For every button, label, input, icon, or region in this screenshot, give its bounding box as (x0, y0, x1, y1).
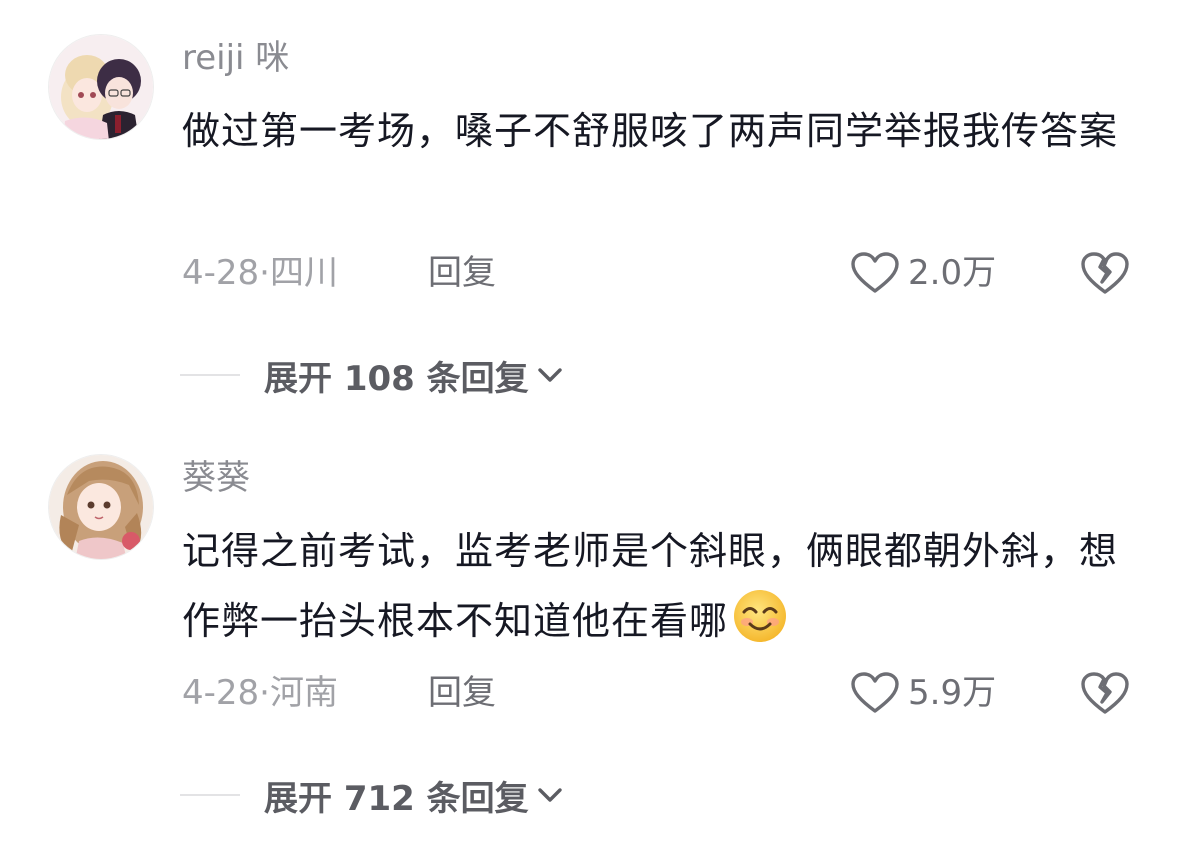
avatar-image (49, 35, 153, 139)
meta-separator: · (259, 253, 270, 293)
dislike-button[interactable] (1080, 670, 1130, 716)
username[interactable]: reiji 咪 (182, 38, 289, 78)
expand-replies-button[interactable]: 展开 108 条回复 (180, 353, 565, 399)
avatar-image (49, 455, 153, 559)
like-count: 2.0万 (908, 253, 997, 293)
reply-button[interactable]: 回复 (428, 251, 496, 295)
divider (180, 794, 240, 796)
expand-replies-label: 展开 108 条回复 (264, 358, 529, 399)
divider (180, 374, 240, 376)
heart-icon (851, 672, 899, 713)
date-location: 4-28·河南 (182, 673, 338, 713)
broken-heart-icon (1081, 252, 1129, 294)
comment-body: 做过第一考场，嗓子不舒服咳了两声同学举报我传答案 (182, 109, 1119, 153)
chevron-down-icon (537, 788, 562, 802)
like-count: 5.9万 (908, 673, 997, 713)
expand-replies-label: 展开 712 条回复 (264, 778, 529, 819)
avatar[interactable] (48, 454, 154, 560)
smile-emoji-icon (734, 590, 787, 642)
dislike-button[interactable] (1080, 250, 1130, 296)
comment-location: 河南 (269, 673, 338, 713)
expand-replies-button[interactable]: 展开 712 条回复 (180, 773, 565, 819)
comment-text: 做过第一考场，嗓子不舒服咳了两声同学举报我传答案 (182, 96, 1142, 166)
comment-item: 葵葵 记得之前考试，监考老师是个斜眼，俩眼都朝外斜，想作弊一抬头根本不知道他在看… (0, 420, 1179, 858)
broken-heart-icon (1081, 672, 1129, 714)
like-button[interactable]: 5.9万 (850, 671, 996, 715)
username[interactable]: 葵葵 (182, 458, 250, 498)
comment-meta: 4-28·河南 回复 (182, 671, 496, 715)
comment-location: 四川 (269, 253, 338, 293)
meta-separator: · (259, 673, 270, 713)
comment-item: reiji 咪 做过第一考场，嗓子不舒服咳了两声同学举报我传答案 4-28·四川… (0, 0, 1179, 420)
comment-meta: 4-28·四川 回复 (182, 251, 496, 295)
comment-text: 记得之前考试，监考老师是个斜眼，俩眼都朝外斜，想作弊一抬头根本不知道他在看哪 (182, 516, 1142, 656)
reply-button[interactable]: 回复 (428, 671, 496, 715)
chevron-down-icon (537, 368, 562, 382)
date-location: 4-28·四川 (182, 253, 338, 293)
comment-body: 记得之前考试，监考老师是个斜眼，俩眼都朝外斜，想作弊一抬头根本不知道他在看哪 (182, 529, 1119, 643)
comment-date: 4-28 (182, 253, 260, 293)
like-button[interactable]: 2.0万 (850, 251, 996, 295)
avatar[interactable] (48, 34, 154, 140)
comment-date: 4-28 (182, 673, 260, 713)
heart-icon (851, 252, 899, 293)
